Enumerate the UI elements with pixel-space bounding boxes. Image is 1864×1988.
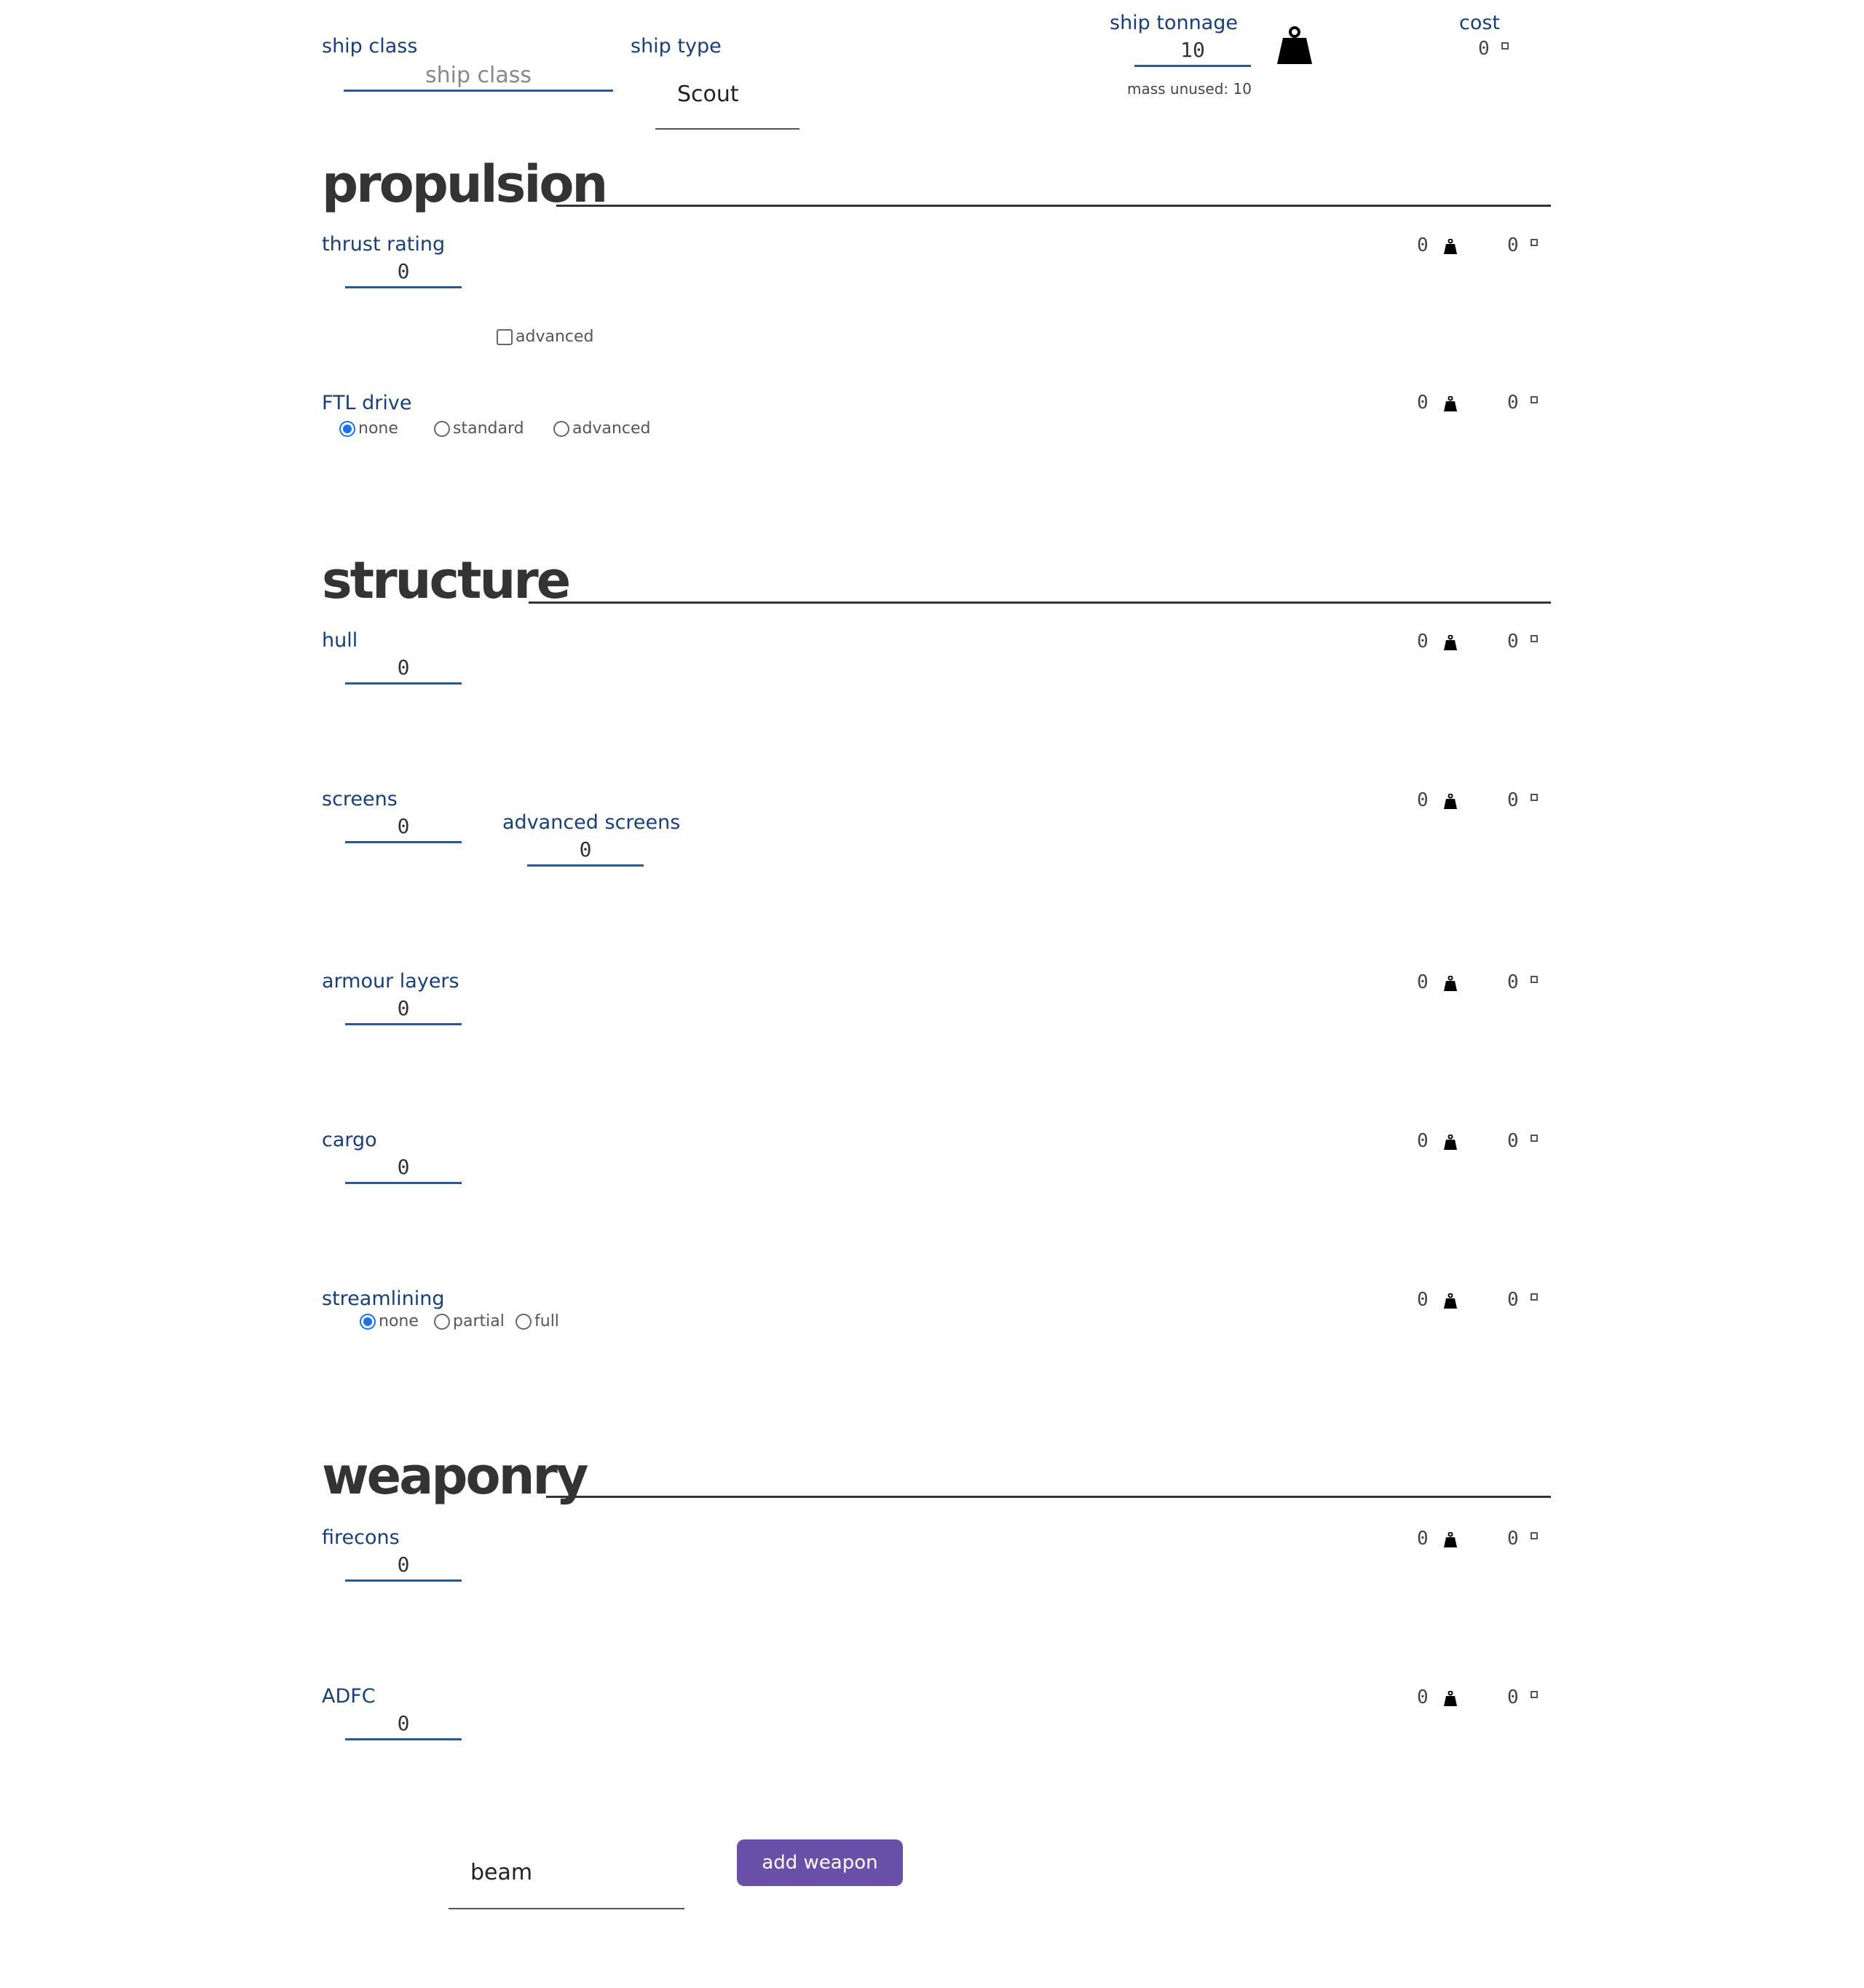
ftl-option-none[interactable]: none — [339, 419, 398, 438]
weapon-type-value: beam — [470, 1860, 533, 1885]
cargo-label: cargo — [322, 1129, 377, 1151]
streamlining-option-full[interactable]: full — [516, 1312, 559, 1330]
hull-input[interactable] — [345, 655, 462, 685]
streamlining-label: streamlining — [322, 1287, 445, 1310]
ship-class-label: ship class — [322, 35, 418, 58]
armour-coin-icon — [1531, 976, 1538, 983]
firecons-mass-value: 0 — [1417, 1528, 1429, 1550]
streamlining-full-label: full — [534, 1312, 559, 1330]
streamlining-none-radio[interactable] — [360, 1313, 376, 1330]
firecons-input[interactable] — [345, 1553, 462, 1582]
thrust-mass-value: 0 — [1417, 234, 1429, 256]
advanced-screens-label: advanced screens — [502, 811, 681, 834]
screens-input[interactable] — [345, 814, 462, 843]
ftl-option-advanced[interactable]: advanced — [553, 419, 651, 438]
ship-tonnage-label: ship tonnage — [1110, 12, 1239, 34]
mass-unused-text: mass unused: 10 — [1127, 80, 1252, 98]
weaponry-divider — [546, 1496, 1551, 1498]
streamlining-full-radio[interactable] — [516, 1313, 532, 1330]
thrust-rating-label: thrust rating — [322, 233, 446, 256]
thrust-rating-input[interactable] — [345, 259, 462, 288]
advanced-screens-input[interactable] — [527, 837, 644, 867]
cost-label: cost — [1459, 12, 1501, 34]
adfc-label: ADFC — [322, 1685, 376, 1708]
thrust-advanced-label: advanced — [516, 328, 594, 346]
ftl-option-standard[interactable]: standard — [434, 419, 524, 438]
ftl-advanced-radio[interactable] — [553, 420, 569, 437]
streamlining-cost-value: 0 — [1507, 1289, 1519, 1311]
cargo-coin-icon — [1531, 1135, 1538, 1142]
ship-type-select[interactable]: Scout — [655, 76, 799, 130]
screens-cost-value: 0 — [1507, 789, 1519, 811]
ftl-advanced-label: advanced — [572, 419, 651, 438]
armour-layers-label: armour layers — [322, 970, 459, 993]
ftl-mass-value: 0 — [1417, 392, 1429, 414]
ftl-drive-label: FTL drive — [322, 392, 412, 414]
firecons-cost-value: 0 — [1507, 1528, 1519, 1550]
ftl-none-radio[interactable] — [339, 420, 355, 437]
screens-coin-icon — [1531, 794, 1538, 801]
firecons-label: firecons — [322, 1526, 400, 1549]
thrust-weight-icon — [1444, 239, 1457, 254]
hull-coin-icon — [1531, 635, 1538, 642]
thrust-cost-value: 0 — [1507, 234, 1519, 256]
ship-type-value: Scout — [677, 82, 739, 107]
armour-layers-input[interactable] — [345, 996, 462, 1025]
hull-label: hull — [322, 629, 358, 652]
cargo-weight-icon — [1444, 1135, 1457, 1150]
cost-coin-icon — [1501, 42, 1509, 50]
armour-cost-value: 0 — [1507, 971, 1519, 993]
streamlining-option-none[interactable]: none — [360, 1312, 419, 1330]
ftl-standard-label: standard — [453, 419, 524, 438]
weapon-type-select[interactable]: beam — [449, 1854, 684, 1909]
ship-class-input[interactable] — [344, 61, 613, 92]
total-cost-value: 0 — [1478, 38, 1490, 60]
propulsion-divider — [556, 205, 1551, 207]
thrust-coin-icon — [1531, 239, 1538, 246]
add-weapon-button[interactable]: add weapon — [737, 1839, 903, 1886]
streamlining-none-label: none — [379, 1312, 419, 1330]
streamlining-partial-label: partial — [453, 1312, 505, 1330]
hull-cost-value: 0 — [1507, 631, 1519, 652]
ftl-none-label: none — [358, 419, 398, 438]
structure-divider — [529, 601, 1551, 604]
ship-type-label: ship type — [631, 35, 722, 58]
firecons-weight-icon — [1444, 1532, 1457, 1547]
thrust-advanced-option[interactable]: advanced — [497, 328, 594, 346]
cargo-cost-value: 0 — [1507, 1130, 1519, 1152]
screens-weight-icon — [1444, 794, 1457, 809]
streamlining-coin-icon — [1531, 1293, 1538, 1301]
hull-mass-value: 0 — [1417, 631, 1429, 652]
tonnage-weight-icon — [1277, 26, 1312, 64]
ftl-coin-icon — [1531, 396, 1538, 403]
firecons-coin-icon — [1531, 1532, 1538, 1539]
armour-weight-icon — [1444, 976, 1457, 991]
hull-weight-icon — [1444, 635, 1457, 650]
thrust-advanced-checkbox[interactable] — [497, 328, 513, 345]
ftl-cost-value: 0 — [1507, 392, 1519, 414]
ship-tonnage-input[interactable] — [1134, 38, 1251, 67]
cargo-mass-value: 0 — [1417, 1130, 1429, 1152]
ftl-weight-icon — [1444, 396, 1457, 411]
cargo-input[interactable] — [345, 1155, 462, 1184]
adfc-mass-value: 0 — [1417, 1687, 1429, 1708]
adfc-input[interactable] — [345, 1711, 462, 1740]
armour-mass-value: 0 — [1417, 971, 1429, 993]
adfc-cost-value: 0 — [1507, 1687, 1519, 1708]
streamlining-option-partial[interactable]: partial — [434, 1312, 505, 1330]
streamlining-weight-icon — [1444, 1293, 1457, 1309]
screens-mass-value: 0 — [1417, 789, 1429, 811]
streamlining-partial-radio[interactable] — [434, 1313, 450, 1330]
screens-label: screens — [322, 788, 398, 810]
adfc-weight-icon — [1444, 1691, 1457, 1706]
ftl-standard-radio[interactable] — [434, 420, 450, 437]
adfc-coin-icon — [1531, 1691, 1538, 1698]
streamlining-mass-value: 0 — [1417, 1289, 1429, 1311]
